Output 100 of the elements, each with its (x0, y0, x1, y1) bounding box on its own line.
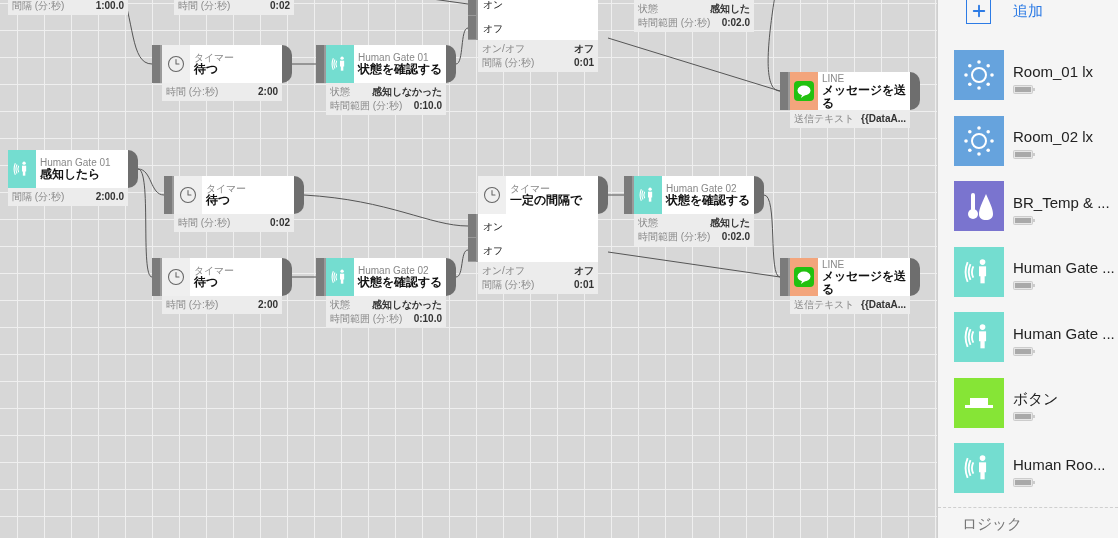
output-port[interactable] (910, 72, 920, 110)
node-settings-panel[interactable]: 状態 感知しなかった 時間範囲 (分:秒) 0:10.0 (326, 296, 446, 328)
input-port[interactable] (152, 258, 162, 296)
input-port[interactable] (780, 72, 790, 110)
node-header[interactable]: タイマー 待つ (190, 258, 282, 296)
field-label: 時間 (分:秒) (178, 0, 231, 13)
node-title: 待つ (194, 63, 219, 76)
device-name[interactable]: Human Gate ... (1013, 324, 1115, 343)
field-value: 0:02 (270, 0, 290, 13)
node-settings-panel[interactable]: オン/オフ オフ 間隔 (分:秒) 0:01 (478, 40, 598, 72)
node-title: 状態を確認する (358, 63, 442, 76)
output-port[interactable] (910, 258, 920, 296)
node-header[interactable]: Human Gate 01 状態を確認する (354, 45, 446, 83)
field-value: 0:10.0 (413, 312, 442, 326)
chat-bubble-icon (790, 72, 818, 110)
device-name[interactable]: Human Roo... (1013, 455, 1106, 474)
output-port[interactable] (446, 258, 456, 296)
field-value: 感知しなかった (372, 85, 442, 99)
input-port[interactable] (164, 176, 174, 214)
field-value: 0:02.0 (721, 16, 750, 30)
node-category: タイマー (510, 183, 551, 194)
input-port[interactable] (316, 45, 326, 83)
battery-icon (1013, 84, 1035, 94)
node-settings-panel[interactable]: 時間 (分:秒) 2:00 (162, 296, 282, 314)
node-title: メッセージを送る (822, 269, 906, 296)
output-port[interactable] (128, 150, 138, 188)
field-label: 送信テキスト (794, 298, 854, 312)
node-category: LINE (822, 258, 846, 270)
input-port[interactable] (152, 45, 162, 83)
node-category: LINE (822, 72, 846, 84)
input-port[interactable] (316, 258, 326, 296)
field-label: 間隔 (分:秒) (12, 190, 65, 204)
input-port[interactable] (624, 176, 634, 214)
node-title: メッセージを送る (822, 83, 906, 110)
field-value: オフ (574, 264, 594, 278)
output-port[interactable] (754, 176, 764, 214)
field-label: 間隔 (分:秒) (482, 56, 535, 70)
node-header[interactable]: タイマー 待つ (202, 176, 294, 214)
field-value: 感知した (710, 216, 750, 230)
device-name[interactable]: Room_01 lx (1013, 62, 1094, 81)
clock-icon (478, 176, 506, 214)
input-label: オン (483, 219, 503, 234)
field-label: 状態 (330, 85, 350, 99)
node-title: 待つ (194, 276, 219, 289)
battery-icon (1013, 477, 1035, 487)
node-settings-panel[interactable]: 間隔 (分:秒) 1:00.0 (8, 0, 128, 15)
add-link[interactable]: 追加 (1013, 0, 1043, 23)
field-label: 時間範囲 (分:秒) (330, 312, 403, 326)
field-value: {{DataA... (861, 298, 906, 312)
connection-line (607, 194, 625, 196)
output-port[interactable] (598, 176, 608, 214)
add-icon[interactable] (966, 0, 991, 24)
input-label: オン (483, 0, 503, 12)
connection-line (455, 249, 469, 278)
node-header[interactable]: LINE メッセージを送る (818, 258, 910, 296)
node-header[interactable]: タイマー 待つ (190, 45, 282, 83)
field-value: 感知しなかった (372, 298, 442, 312)
node-settings-panel[interactable]: 状態 感知しなかった 時間範囲 (分:秒) 0:10.0 (326, 83, 446, 115)
battery-icon (1013, 281, 1035, 290)
node-header[interactable]: Human Gate 01 感知したら (36, 150, 128, 188)
output-port[interactable] (294, 176, 304, 214)
node-settings-panel[interactable]: 送信テキスト {{DataA... (790, 110, 910, 128)
field-value: 0:02.0 (721, 230, 750, 244)
node-category: タイマー (194, 52, 235, 63)
node-settings-panel[interactable]: オン/オフ オフ 間隔 (分:秒) 0:01 (478, 262, 598, 294)
battery-icon (1013, 150, 1035, 159)
input-port[interactable] (780, 258, 790, 296)
node-title: 一定の間隔で (510, 194, 584, 207)
field-value: 2:00 (258, 85, 278, 99)
output-port[interactable] (282, 45, 292, 83)
field-label: 状態 (330, 298, 350, 312)
device-name[interactable]: Human Gate ... (1013, 259, 1115, 277)
clock-icon (174, 176, 202, 214)
battery-icon (1013, 346, 1035, 356)
node-header[interactable]: タイマー 一定の間隔で (506, 176, 598, 214)
field-label: 間隔 (分:秒) (482, 278, 535, 292)
node-settings-panel[interactable]: 時間 (分:秒) 2:00 (162, 83, 282, 101)
node-header[interactable]: Human Gate 02 状態を確認する (662, 176, 754, 214)
connection-line (291, 63, 317, 65)
node-settings-panel[interactable]: 時間 (分:秒) 0:02 (174, 214, 294, 232)
node-header[interactable]: LINE メッセージを送る (818, 72, 910, 110)
device-name[interactable]: BR_Temp & ... (1013, 193, 1110, 212)
field-value: 感知した (710, 2, 750, 16)
output-port[interactable] (282, 258, 292, 296)
output-port[interactable] (446, 45, 456, 83)
field-value: 0:01 (574, 56, 594, 70)
node-title: 待つ (206, 194, 231, 207)
node-settings-panel[interactable]: 送信テキスト {{DataA... (790, 296, 910, 314)
node-category: Human Gate 01 (358, 52, 430, 63)
device-name[interactable]: ボタン (1013, 390, 1058, 408)
node-title: 状態を確認する (358, 276, 442, 289)
node-settings-panel[interactable]: 状態 感知した 時間範囲 (分:秒) 0:02.0 (634, 214, 754, 246)
node-header[interactable]: Human Gate 02 状態を確認する (354, 258, 446, 296)
device-name[interactable]: Room_02 lx (1013, 128, 1094, 146)
clock-icon (162, 258, 190, 296)
field-label: 時間 (分:秒) (166, 298, 219, 312)
node-settings-panel[interactable]: 時間 (分:秒) 0:02 (174, 0, 294, 15)
node-category: Human Gate 02 (666, 183, 738, 194)
node-settings-panel[interactable]: 状態 感知した 時間範囲 (分:秒) 0:02.0 (634, 0, 754, 32)
node-settings-panel[interactable]: 間隔 (分:秒) 2:00.0 (8, 188, 128, 206)
